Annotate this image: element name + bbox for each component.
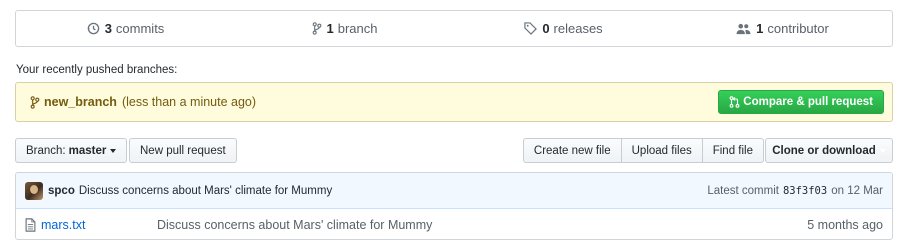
- file-commit-message[interactable]: Discuss concerns about Mars' climate for…: [157, 218, 807, 232]
- branch-select-prefix: Branch:: [26, 144, 66, 157]
- commit-sha[interactable]: 83f3f03: [783, 185, 827, 197]
- latest-commit-label: Latest commit: [707, 184, 779, 197]
- clone-download-button[interactable]: Clone or download: [765, 138, 893, 163]
- chevron-down-icon: [110, 148, 117, 153]
- branch-select-value: master: [68, 144, 107, 157]
- repo-summary-bar: 3 commits 1 branch 0 releases 1 contribu…: [15, 10, 893, 47]
- commits-label: commits: [115, 21, 165, 36]
- recent-branches-heading: Your recently pushed branches:: [16, 64, 178, 76]
- commit-message[interactable]: Discuss concerns about Mars' climate for…: [79, 185, 332, 197]
- upload-files-button[interactable]: Upload files: [620, 138, 703, 163]
- people-icon: [736, 23, 751, 35]
- chevron-down-icon: [879, 148, 886, 153]
- avatar[interactable]: [25, 181, 43, 200]
- releases-label: releases: [553, 21, 603, 36]
- latest-commit-bar: spco Discuss concerns about Mars' climat…: [16, 173, 892, 209]
- file-name-link[interactable]: mars.txt: [41, 218, 157, 232]
- tag-icon: [524, 22, 538, 35]
- file-icon: [25, 217, 36, 232]
- commit-date: on 12 Mar: [831, 184, 883, 197]
- find-file-button[interactable]: Find file: [701, 138, 764, 163]
- create-new-file-button[interactable]: Create new file: [522, 138, 622, 163]
- new-pull-request-button[interactable]: New pull request: [129, 138, 237, 163]
- file-table: spco Discuss concerns about Mars' climat…: [15, 172, 893, 240]
- clone-download-label: Clone or download: [772, 144, 876, 157]
- branch-icon: [312, 22, 322, 35]
- history-icon: [87, 22, 100, 35]
- branch-select-button[interactable]: Branch: master: [15, 138, 128, 163]
- recent-branch-notice: new_branch (less than a minute ago) Comp…: [15, 82, 893, 122]
- branches-label: branch: [337, 21, 378, 36]
- branch-icon: [30, 95, 40, 109]
- compare-pull-request-button[interactable]: Compare & pull request: [718, 90, 884, 114]
- pull-request-icon: [729, 96, 740, 108]
- contributors-label: contributor: [767, 21, 829, 36]
- compare-pull-request-label: Compare & pull request: [743, 96, 873, 108]
- contributors-count: 1: [756, 21, 764, 36]
- file-navigation-toolbar: Branch: master New pull request Create n…: [15, 138, 893, 163]
- releases-count: 0: [542, 21, 550, 36]
- releases-link[interactable]: 0 releases: [454, 11, 673, 46]
- recent-branch-time: (less than a minute ago): [121, 95, 257, 109]
- commits-count: 3: [104, 21, 112, 36]
- file-commit-age: 5 months ago: [807, 217, 883, 232]
- commits-link[interactable]: 3 commits: [16, 11, 235, 46]
- recent-branch-name[interactable]: new_branch: [44, 95, 117, 109]
- branches-link[interactable]: 1 branch: [235, 11, 454, 46]
- branches-count: 1: [326, 21, 334, 36]
- file-actions-group: Create new file Upload files Find file: [522, 138, 764, 163]
- table-row: mars.txt Discuss concerns about Mars' cl…: [16, 209, 892, 239]
- commit-author[interactable]: spco: [48, 185, 75, 197]
- contributors-link[interactable]: 1 contributor: [673, 11, 892, 46]
